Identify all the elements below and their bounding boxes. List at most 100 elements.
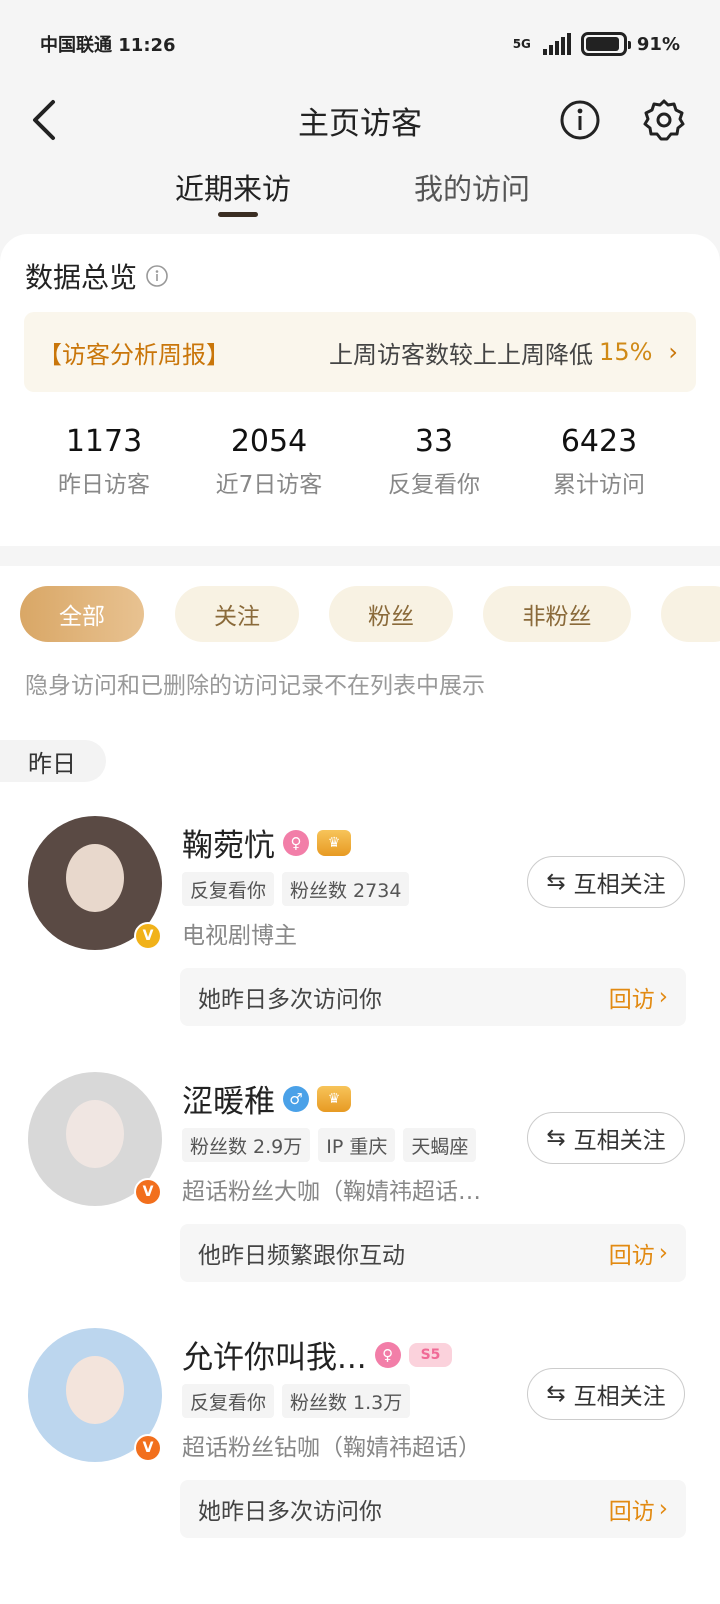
name-row: 鞠菀忼 ♀ ♛ xyxy=(182,820,351,865)
visitor-name[interactable]: 涩暖稚 xyxy=(182,1076,275,1121)
level-badge: S5 xyxy=(408,1342,453,1367)
follow-label: 互相关注 xyxy=(573,1128,666,1154)
revisit-label: 回访 xyxy=(608,1243,655,1269)
stat-label: 累计访问 xyxy=(553,472,645,498)
network-type: 5G xyxy=(512,37,531,51)
filter-all[interactable]: 全部 xyxy=(20,586,144,642)
overview-title-text: 数据总览 xyxy=(25,261,138,294)
visitor-stats: 1173 昨日访客 2054 近7日访客 33 反复看你 6423 累计访问 xyxy=(0,424,720,504)
tag: 天蝎座 xyxy=(403,1128,477,1162)
visitor-description: 超话粉丝钻咖（鞠婧祎超话） xyxy=(182,1435,481,1461)
revisit-button[interactable]: 回访 › xyxy=(609,1236,668,1270)
visitor-description: 超话粉丝大咖（鞠婧祎超话… xyxy=(182,1179,481,1205)
visit-text: 她昨日多次访问你 xyxy=(198,1499,382,1525)
stat-label: 近7日访客 xyxy=(215,472,323,498)
status-bar: 中国联通 11:26 5G 91% xyxy=(0,0,720,88)
active-tab-indicator xyxy=(218,212,258,217)
settings-button[interactable] xyxy=(640,96,688,144)
visitor-item[interactable]: V 允许你叫我... ♀ S5 反复看你 粉丝数 1.3万 超话粉丝钻咖（鞠婧祎… xyxy=(0,1328,720,1558)
revisit-label: 回访 xyxy=(608,987,655,1013)
follow-label: 互相关注 xyxy=(573,1384,666,1410)
tab-recent-visitors[interactable]: 近期来访 xyxy=(175,166,291,208)
report-text: 上周访客数较上上周降低 xyxy=(329,340,594,369)
mutual-follow-button[interactable]: ⇆ 互相关注 xyxy=(527,1368,685,1420)
report-tag: 【访客分析周报】 xyxy=(38,340,230,369)
battery-icon xyxy=(580,32,631,56)
revisit-button[interactable]: 回访 › xyxy=(609,980,668,1014)
overview-title: 数据总览 xyxy=(25,256,169,296)
visit-text: 他昨日频繁跟你互动 xyxy=(198,1243,405,1269)
verified-badge: V xyxy=(134,922,162,950)
visit-activity-bar[interactable]: 他昨日频繁跟你互动 回访 › xyxy=(180,1224,686,1282)
tag: 反复看你 xyxy=(182,872,275,906)
battery-percent: 91% xyxy=(636,33,680,55)
stat-value: 1173 xyxy=(65,424,143,459)
status-icons: 5G 91% xyxy=(513,32,680,56)
stat-7-days[interactable]: 2054 近7日访客 xyxy=(189,424,349,499)
name-row: 涩暖稚 ♂ ♛ xyxy=(182,1076,351,1121)
mutual-follow-icon: ⇆ xyxy=(546,1381,566,1407)
follow-label: 互相关注 xyxy=(573,872,666,898)
visitor-tags: 粉丝数 2.9万 IP 重庆 天蝎座 xyxy=(182,1128,477,1162)
stat-value: 6423 xyxy=(560,424,638,459)
mutual-follow-icon: ⇆ xyxy=(546,869,566,895)
chevron-left-icon xyxy=(33,100,55,140)
page-title: 主页访客 xyxy=(298,105,422,142)
tag: 粉丝数 1.3万 xyxy=(282,1384,411,1418)
verified-badge: V xyxy=(134,1434,162,1462)
visitor-list-section: 全部 关注 粉丝 非粉丝 隐身访问和已删除的访问记录不在列表中展示 昨日 V 鞠… xyxy=(0,566,720,1604)
stat-value: 2054 xyxy=(230,424,308,459)
chevron-right-icon: › xyxy=(658,1240,668,1266)
report-percent: 15% xyxy=(599,338,653,366)
visitor-tags: 反复看你 粉丝数 1.3万 xyxy=(182,1384,411,1418)
visitor-tags: 反复看你 粉丝数 2734 xyxy=(182,872,410,906)
filter-non-fans[interactable]: 非粉丝 xyxy=(483,586,631,642)
data-overview-card: 数据总览 【访客分析周报】 上周访客数较上上周降低 15% › 1173 昨日访… xyxy=(0,234,720,546)
filter-more[interactable] xyxy=(661,586,720,642)
visitor-item[interactable]: V 鞠菀忼 ♀ ♛ 反复看你 粉丝数 2734 电视剧博主 ⇆ 互相关注 她昨日… xyxy=(0,816,720,1046)
filter-fans[interactable]: 粉丝 xyxy=(329,586,453,642)
privacy-notice: 隐身访问和已删除的访问记录不在列表中展示 xyxy=(25,673,485,699)
info-button[interactable] xyxy=(558,98,602,142)
filter-following[interactable]: 关注 xyxy=(175,586,299,642)
tab-my-visits[interactable]: 我的访问 xyxy=(414,166,530,208)
info-icon xyxy=(560,100,600,140)
mutual-follow-button[interactable]: ⇆ 互相关注 xyxy=(527,1112,685,1164)
back-button[interactable] xyxy=(20,96,68,144)
chevron-right-icon: › xyxy=(658,984,668,1010)
verified-badge: V xyxy=(134,1178,162,1206)
visitor-name[interactable]: 允许你叫我... xyxy=(182,1332,367,1377)
tag: 反复看你 xyxy=(182,1384,275,1418)
carrier-time: 中国联通 11:26 xyxy=(40,35,176,56)
report-summary: 上周访客数较上上周降低 15% › xyxy=(329,335,678,370)
date-group-label: 昨日 xyxy=(0,740,106,782)
visit-text: 她昨日多次访问你 xyxy=(198,987,382,1013)
tag: 粉丝数 2734 xyxy=(282,872,410,906)
gear-icon xyxy=(643,99,685,141)
visit-activity-bar[interactable]: 她昨日多次访问你 回访 › xyxy=(180,1480,686,1538)
visitor-item[interactable]: V 涩暖稚 ♂ ♛ 粉丝数 2.9万 IP 重庆 天蝎座 超话粉丝大咖（鞠婧祎超… xyxy=(0,1072,720,1302)
visit-activity-bar[interactable]: 她昨日多次访问你 回访 › xyxy=(180,968,686,1026)
visitor-name[interactable]: 鞠菀忼 xyxy=(182,820,275,865)
crown-icon: ♛ xyxy=(317,1085,351,1112)
stat-label: 昨日访客 xyxy=(58,472,150,498)
tag: IP 重庆 xyxy=(318,1128,396,1162)
visitor-description: 电视剧博主 xyxy=(182,923,297,949)
app-header: 主页访客 xyxy=(0,88,720,152)
revisit-button[interactable]: 回访 › xyxy=(609,1492,668,1526)
chevron-right-icon: › xyxy=(668,338,678,366)
mutual-follow-button[interactable]: ⇆ 互相关注 xyxy=(527,856,685,908)
stat-total-visits[interactable]: 6423 累计访问 xyxy=(519,424,679,499)
mutual-follow-icon: ⇆ xyxy=(546,1125,566,1151)
tag: 粉丝数 2.9万 xyxy=(182,1128,311,1162)
crown-icon: ♛ xyxy=(317,829,351,856)
female-icon: ♀ xyxy=(283,829,309,856)
stat-yesterday[interactable]: 1173 昨日访客 xyxy=(24,424,184,499)
info-icon[interactable] xyxy=(145,264,169,288)
stat-repeat-viewers[interactable]: 33 反复看你 xyxy=(354,424,514,499)
stat-label: 反复看你 xyxy=(388,472,480,498)
name-row: 允许你叫我... ♀ S5 xyxy=(182,1332,453,1377)
female-icon: ♀ xyxy=(374,1341,401,1368)
weekly-report-banner[interactable]: 【访客分析周报】 上周访客数较上上周降低 15% › xyxy=(24,312,696,392)
stat-value: 33 xyxy=(414,424,454,459)
